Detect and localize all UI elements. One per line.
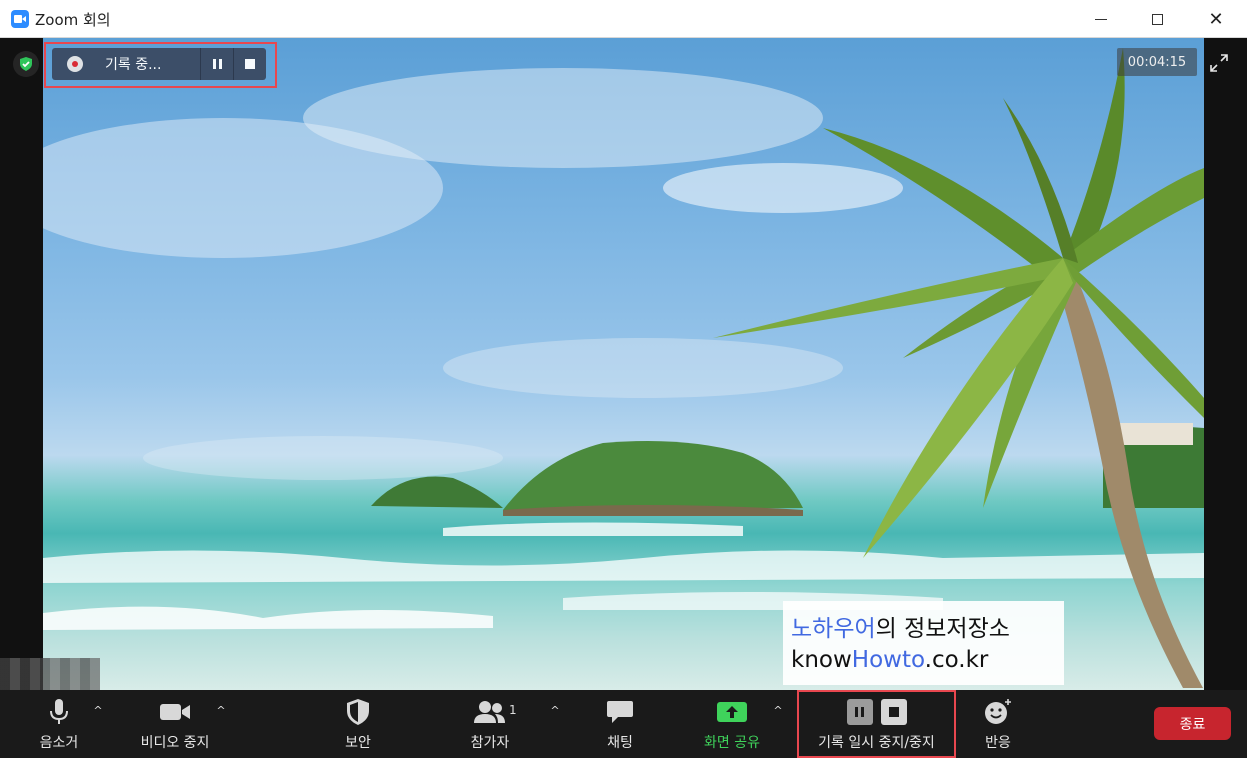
- participants-label: 참가자: [470, 735, 510, 751]
- pause-icon[interactable]: [846, 699, 873, 725]
- record-dot-icon: [67, 56, 83, 72]
- share-screen-label: 화면 공유: [704, 735, 760, 751]
- close-icon: ✕: [1208, 8, 1224, 30]
- recording-status-text: 기록 중...: [105, 57, 162, 73]
- watermark-line1: 노하우어의 정보저장소: [791, 616, 1010, 642]
- security-label: 보안: [345, 735, 371, 751]
- security-button[interactable]: 보안: [330, 690, 386, 758]
- watermark-line2: knowHowto.co.kr: [791, 647, 989, 673]
- participants-button[interactable]: 참가자: [460, 690, 520, 758]
- video-feed: [43, 38, 1204, 690]
- participants-options-caret-icon[interactable]: ^: [548, 704, 562, 717]
- maximize-icon: [1151, 13, 1163, 25]
- meeting-toolbar: 음소거 ^ 비디오 중지 ^ 보안 참가자 1 ^ 채팅 화면 공유 ^ 기록 …: [0, 690, 1247, 758]
- chat-label: 채팅: [607, 735, 633, 751]
- pause-recording-button[interactable]: [201, 48, 233, 80]
- fullscreen-icon[interactable]: [1208, 52, 1230, 74]
- mute-label: 음소거: [39, 735, 79, 751]
- shield-icon: [346, 698, 370, 726]
- stop-icon: [245, 59, 255, 69]
- recording-status-bar: 기록 중...: [52, 48, 266, 80]
- reactions-label: 반응: [985, 735, 1011, 751]
- stop-icon[interactable]: [880, 699, 907, 725]
- chat-bubble-icon: [606, 698, 634, 726]
- record-control-label: 기록 일시 중지/중지: [818, 735, 935, 751]
- close-button[interactable]: ✕: [1187, 0, 1245, 38]
- minimize-icon: [1095, 18, 1107, 20]
- zoom-app-icon: [11, 10, 29, 28]
- title-bar: Zoom 회의 ✕: [0, 0, 1247, 38]
- maximize-button[interactable]: [1128, 0, 1186, 38]
- microphone-icon: [48, 698, 70, 726]
- stop-recording-button[interactable]: [234, 48, 266, 80]
- blurred-name-tag: [0, 658, 100, 690]
- record-control-icons: [846, 698, 907, 726]
- pause-stop-recording-control[interactable]: 기록 일시 중지/중지: [799, 690, 954, 758]
- share-options-caret-icon[interactable]: ^: [771, 704, 785, 717]
- end-meeting-button[interactable]: 종료: [1154, 707, 1231, 740]
- meeting-area: 기록 중... 00:04:15 노하우어의 정보저장소 knowHowto.c…: [0, 38, 1247, 690]
- reactions-button[interactable]: 반응: [974, 690, 1022, 758]
- beach-scene: [43, 48, 1204, 688]
- window-title: Zoom 회의: [35, 11, 111, 29]
- mute-button[interactable]: 음소거: [27, 690, 91, 758]
- smiley-icon: [983, 698, 1013, 726]
- stop-video-label: 비디오 중지: [140, 735, 210, 751]
- video-camera-icon: [159, 698, 191, 726]
- minimize-button[interactable]: [1072, 0, 1130, 38]
- stop-video-button[interactable]: 비디오 중지: [132, 690, 218, 758]
- share-screen-icon: [716, 698, 748, 726]
- video-options-caret-icon[interactable]: ^: [214, 704, 228, 717]
- pause-icon: [212, 59, 222, 69]
- watermark-overlay: 노하우어의 정보저장소 knowHowto.co.kr: [783, 601, 1064, 685]
- meeting-timer: 00:04:15: [1117, 48, 1197, 76]
- chat-button[interactable]: 채팅: [592, 690, 648, 758]
- participant-count: 1: [509, 703, 517, 717]
- security-shield-icon[interactable]: [13, 51, 39, 77]
- participants-icon: [473, 698, 507, 726]
- audio-options-caret-icon[interactable]: ^: [91, 704, 105, 717]
- share-screen-button[interactable]: 화면 공유: [694, 690, 770, 758]
